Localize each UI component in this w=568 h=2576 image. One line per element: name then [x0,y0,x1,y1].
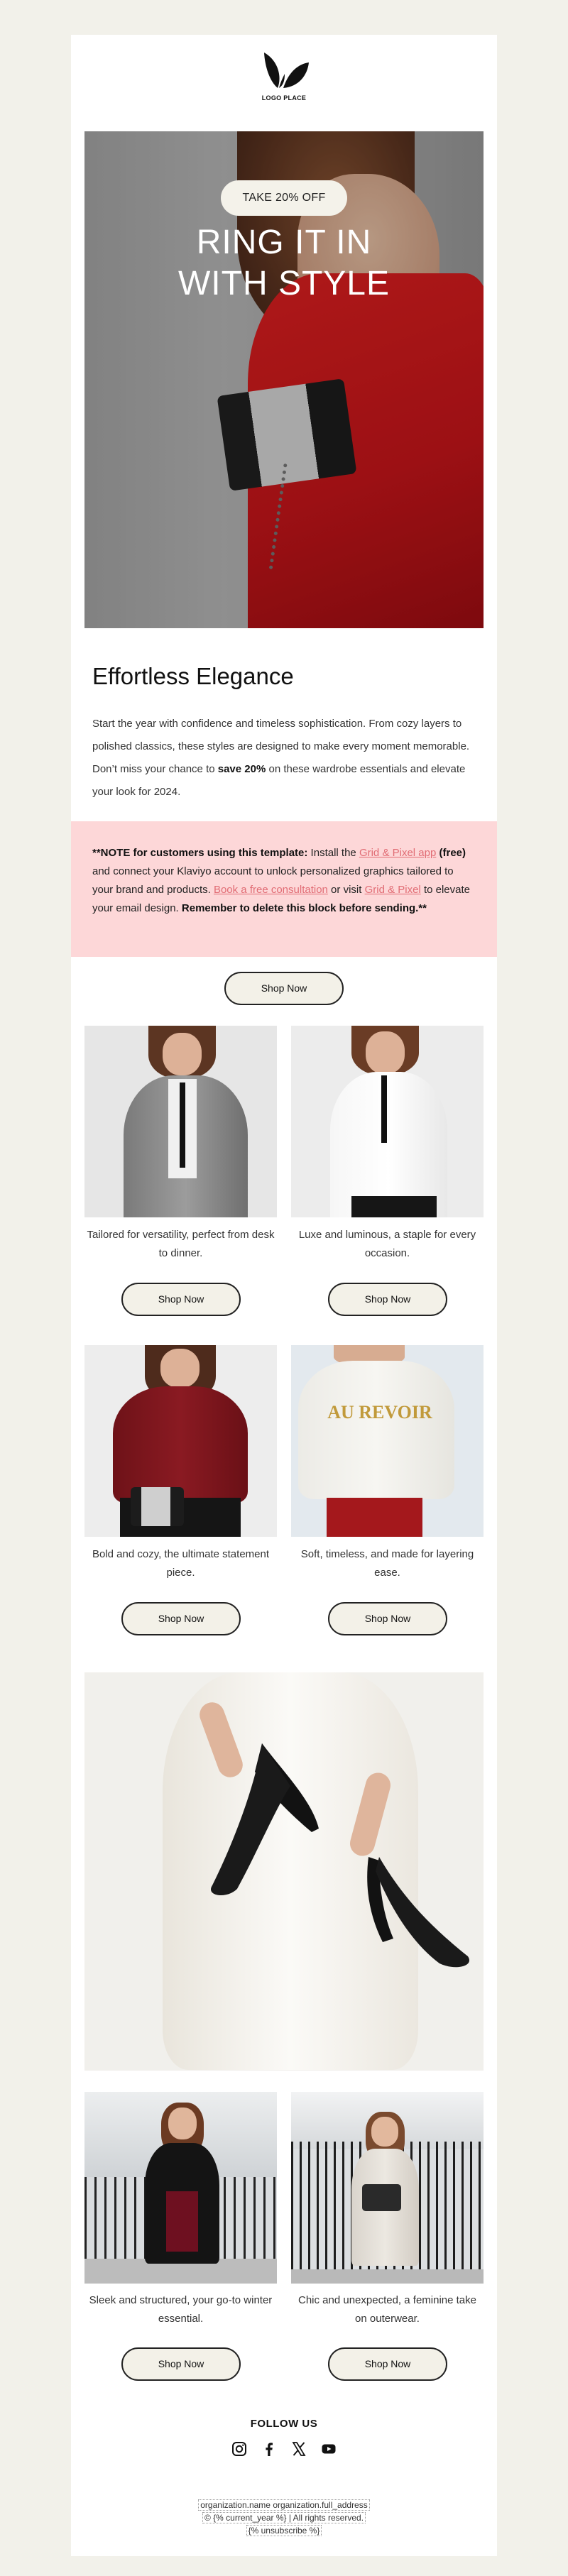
tie-shape [381,1075,387,1143]
unsubscribe-link[interactable]: {% unsubscribe %} [246,2525,322,2536]
skirt-shape [166,2191,198,2252]
sweater-shape [298,1361,454,1499]
skirt-shape [351,1196,437,1217]
shop-now-button-5[interactable]: Shop Now [121,2347,241,2381]
social-icons [71,2441,497,2457]
featured-image-black-heels[interactable] [84,1672,484,2071]
note-text-3: or visit [327,884,365,896]
heels-shape [211,1743,469,1968]
book-consultation-link[interactable]: Book a free consultation [214,884,328,896]
email-container: LOGO PLACE TAKE 20% OFF RING IT IN WITH … [71,35,497,2556]
handbag-shape [131,1487,184,1526]
face-shape [371,2117,398,2147]
product-image-white-blouse[interactable] [291,1026,484,1217]
note-bold-2: (free) [436,847,466,859]
sweater-shape [113,1386,248,1503]
logo[interactable]: LOGO PLACE [71,50,497,102]
note-bold-1: **NOTE for customers using this template… [92,847,308,859]
hero-title: RING IT IN WITH STYLE [84,222,484,305]
product-image-red-sweater[interactable] [84,1345,277,1537]
hero-title-line2: WITH STYLE [178,265,390,302]
template-note: **NOTE for customers using this template… [71,821,497,957]
shop-now-main-button[interactable]: Shop Now [224,972,344,1005]
face-shape [160,1349,200,1388]
product-caption-4: Soft, timeless, and made for layering ea… [300,1548,474,1579]
grid-pixel-link[interactable]: Grid & Pixel [365,884,421,896]
trousers-shape [327,1498,422,1537]
product-image-grey-blazer[interactable] [84,1026,277,1217]
product-image-black-coat[interactable] [84,2092,277,2284]
product-caption-6: Chic and unexpected, a feminine take on … [298,2294,476,2325]
logo-leaf-icon [264,53,309,88]
footer-copyright: © {% current_year %} | All rights reserv… [202,2512,366,2523]
x-icon[interactable] [291,2441,307,2457]
footer: organization.name organization.full_addr… [71,2499,497,2537]
tie-shape [180,1083,185,1168]
product-caption-1: Tailored for versatility, perfect from d… [87,1229,275,1259]
handbag-shape [362,2184,401,2211]
grid-pixel-app-link[interactable]: Grid & Pixel app [359,847,436,859]
sweater-print-text: AU REVOIR [327,1402,432,1423]
footer-organization: organization.name organization.full_addr… [198,2499,370,2511]
instagram-icon[interactable] [231,2441,247,2457]
follow-us-heading: FOLLOW US [250,2418,318,2430]
shop-now-button-3[interactable]: Shop Now [121,1602,241,1635]
hero-title-line1: RING IT IN [196,224,372,261]
product-image-au-revoir-sweater[interactable]: AU REVOIR [291,1345,484,1537]
note-text-1: Install the [307,847,359,859]
facebook-icon[interactable] [261,2441,277,2457]
product-caption-3: Bold and cozy, the ultimate statement pi… [92,1548,270,1579]
face-shape [366,1031,405,1074]
logo-text: LOGO PLACE [261,94,307,102]
face-shape [163,1033,202,1075]
shop-now-button-2[interactable]: Shop Now [328,1283,447,1316]
shop-now-button-6[interactable]: Shop Now [328,2347,447,2381]
discount-pill[interactable]: TAKE 20% OFF [221,180,347,216]
intro-paragraph: Start the year with confidence and timel… [92,713,476,804]
note-bold-3: Remember to delete this block before sen… [181,902,427,914]
shop-now-button-4[interactable]: Shop Now [328,1602,447,1635]
product-caption-5: Sleek and structured, your go-to winter … [89,2294,273,2325]
product-image-light-coat[interactable] [291,2092,484,2284]
steps-shape [291,2269,484,2284]
product-caption-2: Luxe and luminous, a staple for every oc… [298,1229,476,1259]
intro-bold: save 20% [217,763,266,775]
face-shape [168,2108,197,2139]
hero-banner[interactable]: TAKE 20% OFF RING IT IN WITH STYLE [84,131,484,628]
section-heading: Effortless Elegance [92,663,294,689]
youtube-icon[interactable] [321,2441,337,2457]
shop-now-button-1[interactable]: Shop Now [121,1283,241,1316]
